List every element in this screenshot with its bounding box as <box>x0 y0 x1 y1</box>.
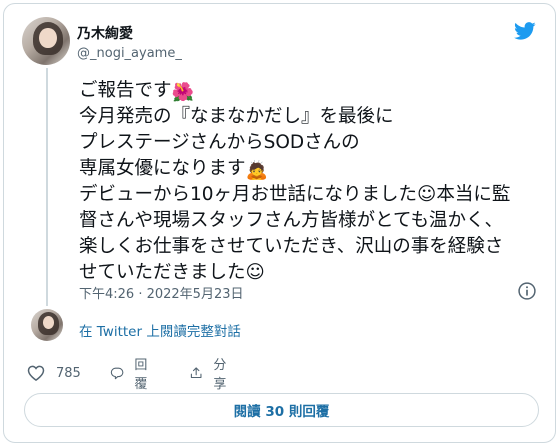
share-icon <box>190 367 202 379</box>
reply-label: 回覆 <box>134 358 148 392</box>
reply-icon <box>110 367 124 380</box>
tweet-timestamp[interactable]: 下午4:26 · 2022年5月23日 <box>79 283 244 302</box>
thread-line <box>46 68 48 306</box>
twitter-bird-icon[interactable] <box>513 20 537 42</box>
like-button[interactable]: 785 <box>26 362 81 384</box>
hibiscus-emoji: 🌺 <box>171 82 194 103</box>
tweet-line: ご報告です🌺 <box>79 80 194 103</box>
tweet-card: 乃木絢愛 @_nogi_ayame_ ご報告です🌺 今月発売の『なまなかだし』を… <box>3 3 556 443</box>
reply-button[interactable]: 回覆 <box>110 358 153 392</box>
read-replies-button[interactable]: 閱讀 30 則回覆 <box>24 393 539 427</box>
tweet-line: 専属女優になります🙇 <box>79 158 268 181</box>
tweet-line: デビューから10ヶ月お世話になりました☺本当に監 <box>79 184 511 205</box>
share-label: 分享 <box>213 358 227 392</box>
share-button[interactable]: 分享 <box>189 358 232 392</box>
tweet-line: 今月発売の『なまなかだし』を最後に <box>79 106 394 127</box>
read-replies-label: 閱讀 30 則回覆 <box>233 404 330 420</box>
tweet-body: ご報告です🌺 今月発売の『なまなかだし』を最後に プレステージさんからSODさん… <box>79 78 549 286</box>
like-count: 785 <box>56 365 81 381</box>
heart-icon <box>27 365 45 381</box>
view-full-thread-link[interactable]: 在 Twitter 上閱讀完整對話 <box>79 320 241 340</box>
author-avatar[interactable] <box>22 17 70 65</box>
tweet-line: プレステージさんからSODさんの <box>79 132 360 153</box>
author-display-name[interactable]: 乃木絢愛 <box>77 23 133 43</box>
thread-avatar[interactable] <box>31 309 63 341</box>
info-icon[interactable] <box>517 281 537 301</box>
author-handle[interactable]: @_nogi_ayame_ <box>77 46 182 61</box>
tweet-line: 督さんや現場スタッフさん方皆様がとても温かく、 <box>79 210 504 231</box>
bowing-person-emoji: 🙇 <box>245 160 268 181</box>
tweet-line: 楽しくお仕事をさせていただき、沢山の事を経験さ <box>79 236 504 257</box>
